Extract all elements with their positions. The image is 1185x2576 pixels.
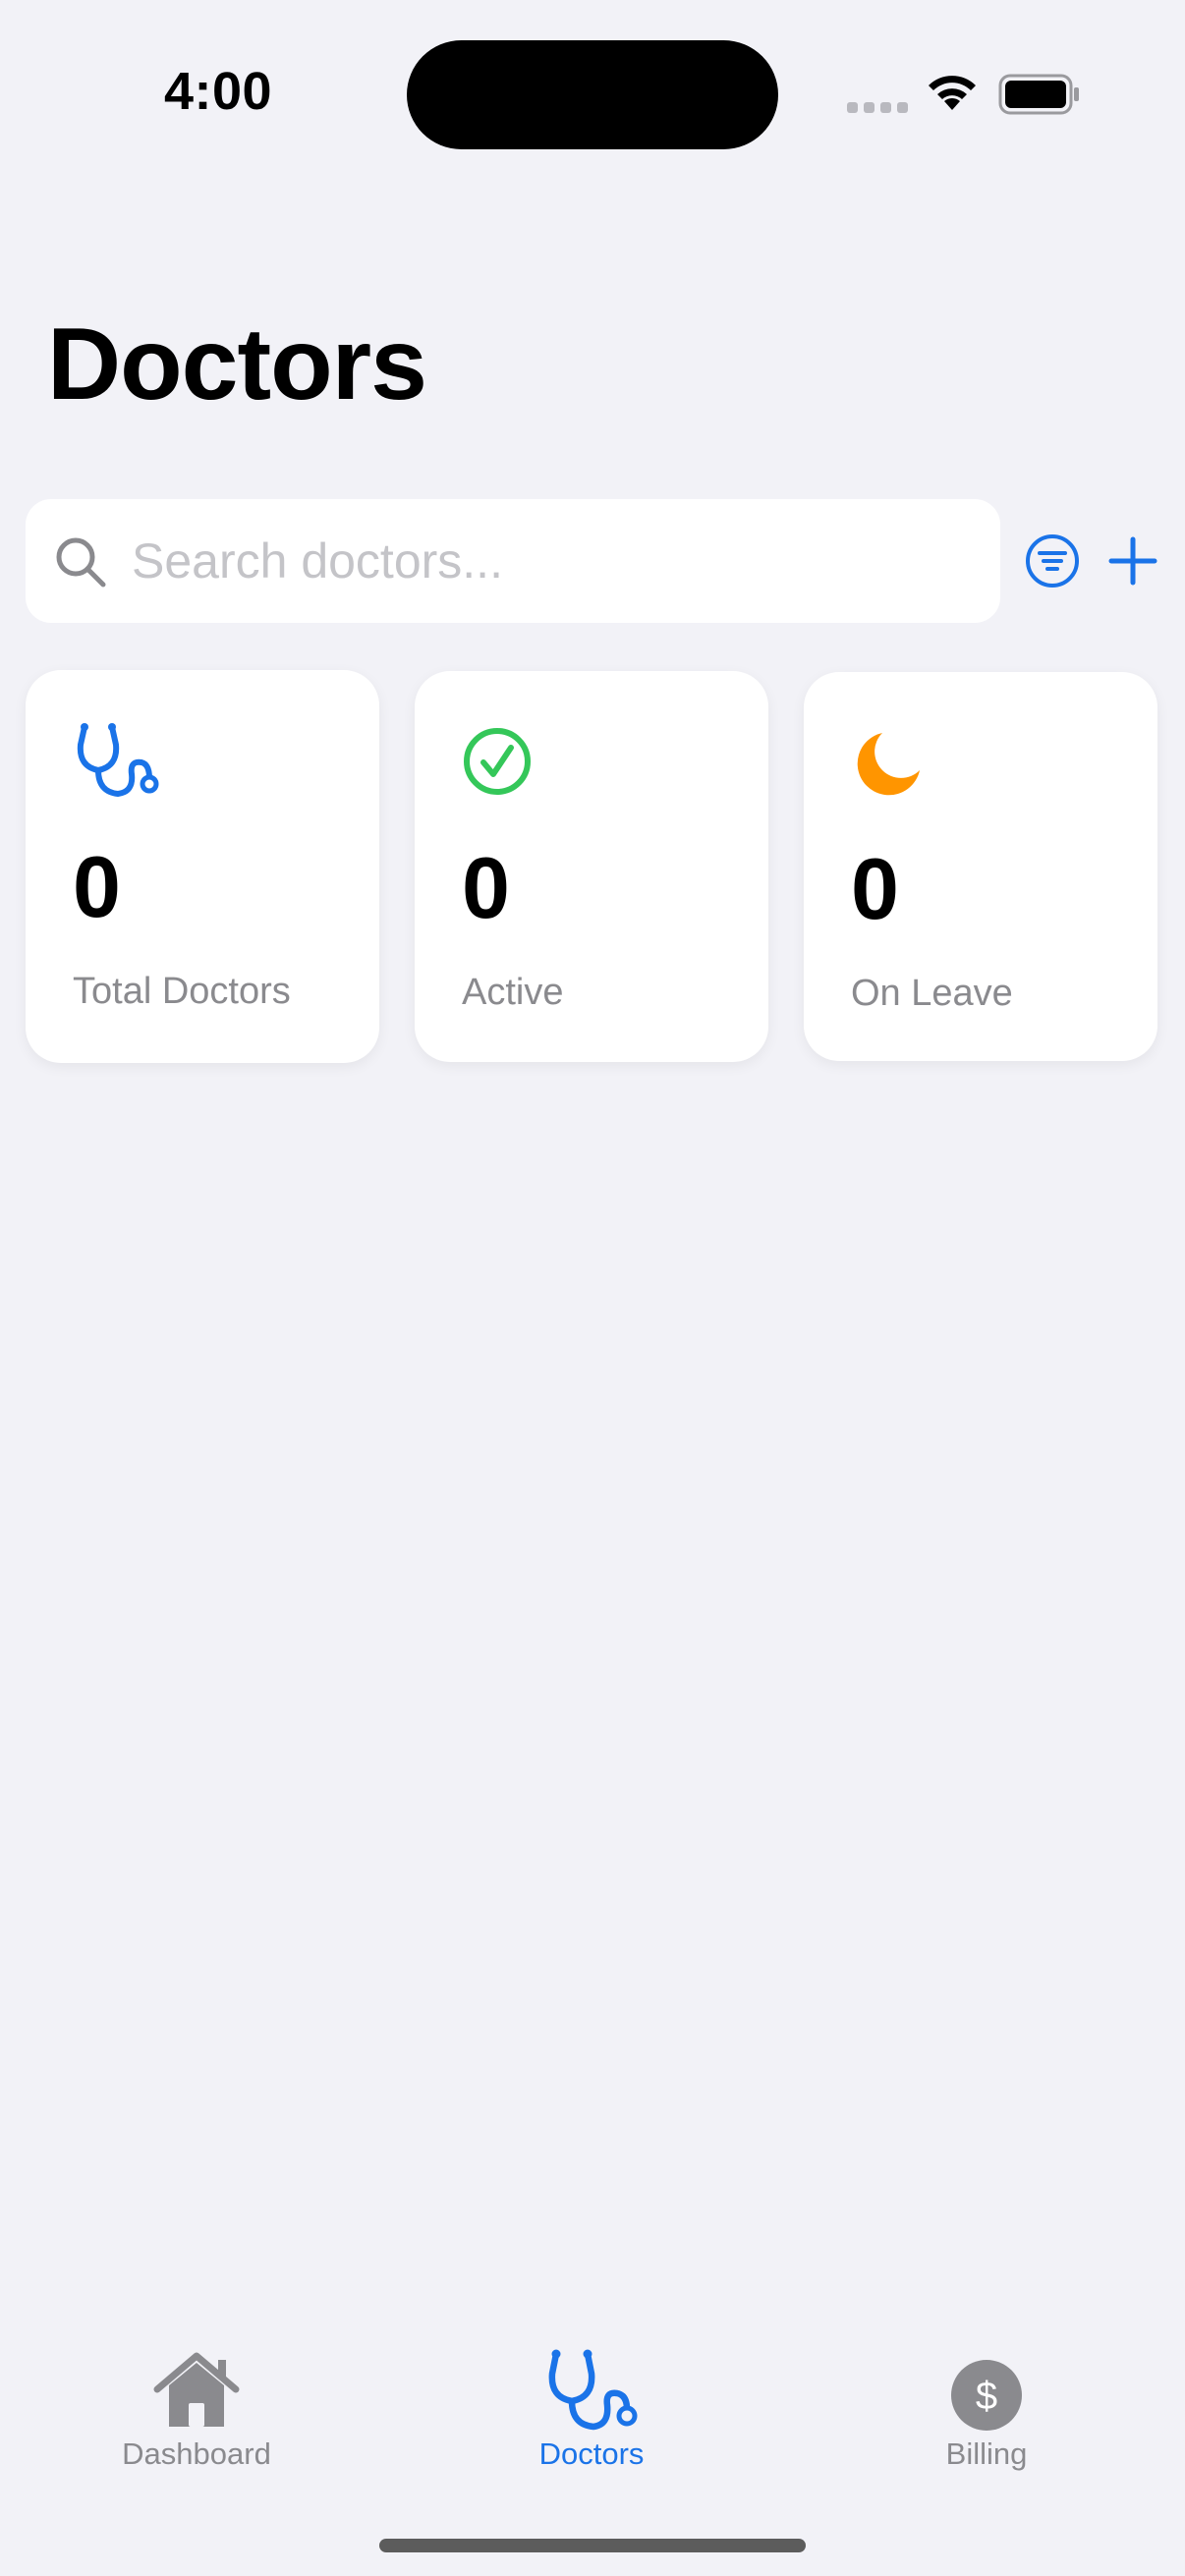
stethoscope-icon	[77, 723, 159, 798]
stat-value: 0	[462, 839, 510, 936]
search-bar[interactable]	[26, 499, 1000, 623]
dynamic-island	[407, 40, 778, 149]
filter-icon[interactable]	[1024, 532, 1081, 589]
stat-label: Total Doctors	[73, 971, 291, 1012]
stat-value: 0	[851, 840, 899, 937]
home-indicator	[379, 2539, 806, 2552]
cellular-signal-icon	[847, 102, 908, 113]
stat-card-on-leave: 0 On Leave	[804, 672, 1157, 1061]
search-input[interactable]	[132, 499, 977, 623]
tab-dashboard[interactable]: Dashboard	[49, 2319, 344, 2476]
tab-doctors[interactable]: Doctors	[444, 2319, 739, 2476]
tab-label: Dashboard	[122, 2436, 271, 2471]
tab-billing[interactable]: $ Billing	[839, 2319, 1134, 2476]
moon-icon	[857, 733, 920, 796]
svg-text:$: $	[976, 2375, 997, 2418]
stat-card-active: 0 Active	[415, 671, 768, 1062]
tab-label: Billing	[945, 2436, 1028, 2471]
status-time: 4:00	[163, 62, 273, 121]
checkmark-circle-icon	[464, 728, 531, 795]
house-icon	[153, 2352, 240, 2427]
wifi-icon	[929, 76, 976, 110]
stat-card-total-doctors: 0 Total Doctors	[26, 670, 379, 1063]
stat-value: 0	[73, 838, 121, 935]
search-icon	[56, 537, 106, 588]
stethoscope-icon	[548, 2349, 638, 2431]
stat-label: Active	[462, 972, 564, 1013]
tab-bar: Dashboard Doctors $ Billing	[0, 2319, 1185, 2576]
tab-label: Doctors	[538, 2436, 645, 2471]
battery-icon	[998, 74, 1079, 115]
page-title: Doctors	[47, 308, 427, 421]
stat-label: On Leave	[851, 973, 1013, 1014]
status-bar: 4:00	[0, 0, 1185, 187]
add-icon[interactable]	[1106, 534, 1159, 588]
dollar-circle-icon: $	[951, 2360, 1022, 2431]
